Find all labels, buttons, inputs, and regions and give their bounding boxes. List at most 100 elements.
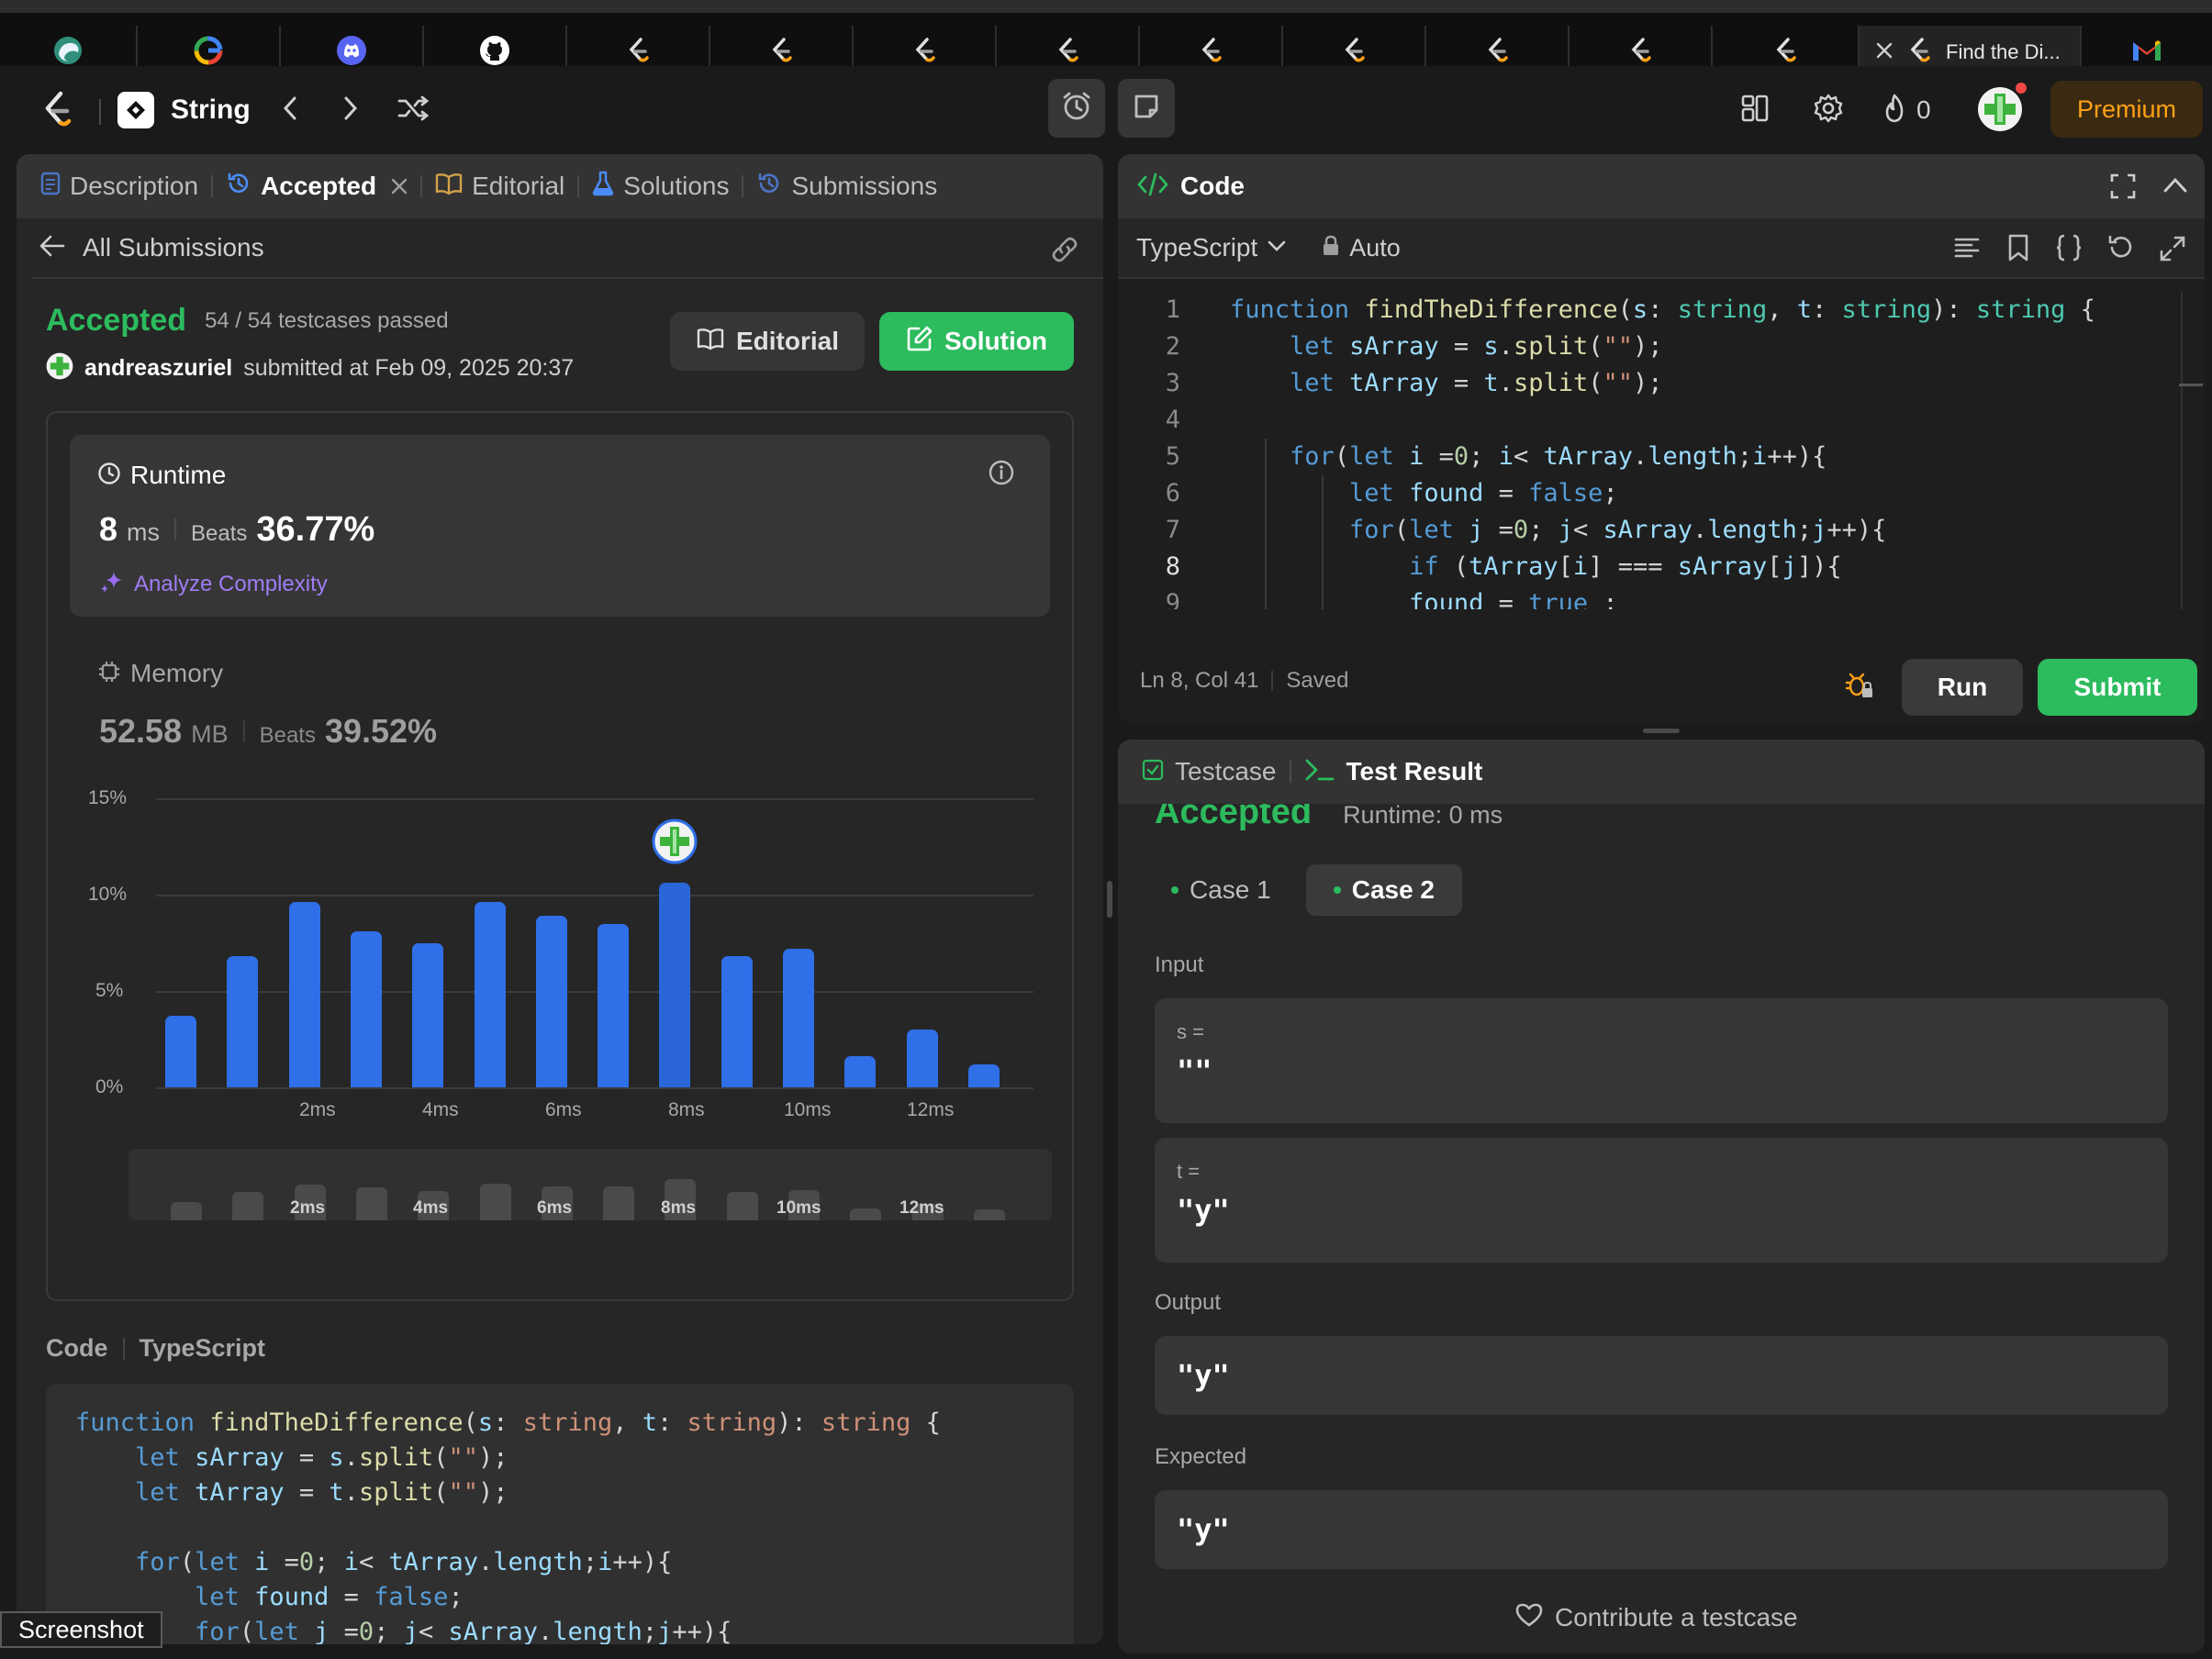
vertical-resize-handle[interactable] (1107, 881, 1112, 918)
close-icon[interactable] (391, 172, 408, 201)
premium-button[interactable]: Premium (2050, 81, 2203, 138)
chevron-right-icon (341, 95, 360, 127)
gridline (156, 895, 1033, 896)
pass-dot (1333, 886, 1341, 894)
tab-description[interactable]: Description (28, 172, 211, 202)
notes-button[interactable] (1118, 79, 1175, 138)
username[interactable]: andreaszuriel (84, 355, 232, 382)
memory-card[interactable]: Memory 52.58 MB Beats 39.52% (70, 633, 1050, 752)
code-line: let sArray = s.split(""); (135, 1443, 508, 1472)
collapse-icon[interactable] (2162, 174, 2188, 201)
streak-counter[interactable]: 0 (1882, 92, 1931, 128)
active-tab-title: Find the Di... (1946, 40, 2061, 63)
language-select[interactable]: TypeScript (1136, 233, 1287, 262)
random-problem-button[interactable] (393, 92, 433, 128)
chart-bar[interactable] (598, 923, 630, 1087)
info-icon[interactable] (988, 459, 1015, 491)
settings-button[interactable] (1808, 92, 1849, 128)
chart-bar[interactable] (844, 1056, 877, 1087)
leetcode-icon (1054, 37, 1081, 69)
chart-bar[interactable] (967, 1063, 1000, 1087)
runtime-unit: ms (127, 518, 161, 546)
minimap-x-tick: 8ms (661, 1198, 697, 1218)
case-2-label: Case 2 (1351, 875, 1436, 904)
code-editor[interactable]: 1 2 3 4 5 6 7 8 9 10 function findTheDif… (1118, 292, 2205, 609)
memory-unit: MB (191, 720, 229, 748)
horizontal-resize-handle[interactable] (1643, 729, 1680, 733)
tab-testcase[interactable]: Testcase (1142, 757, 1277, 786)
format-icon[interactable] (1953, 235, 1981, 265)
braces-icon[interactable] (2054, 233, 2084, 267)
leetcode-icon (1483, 37, 1511, 69)
avatar[interactable] (46, 352, 73, 384)
contribute-testcase-link[interactable]: Contribute a testcase (1514, 1602, 1798, 1632)
fullscreen-icon[interactable] (2109, 173, 2137, 205)
submit-button[interactable]: Submit (2038, 659, 2197, 716)
code-language: TypeScript (139, 1334, 266, 1362)
layout-button[interactable] (1735, 92, 1775, 128)
tab-accepted[interactable]: Accepted (213, 171, 420, 203)
all-submissions-link[interactable]: All Submissions (83, 233, 264, 262)
editor-scrollbar[interactable] (2181, 292, 2183, 609)
tab-test-result[interactable]: Test Result (1304, 757, 1482, 787)
chart-bar[interactable] (288, 902, 320, 1087)
chart-bar[interactable] (412, 942, 444, 1087)
run-button[interactable]: Run (1902, 659, 2023, 716)
editor-toolbar: TypeScript Auto (1118, 218, 2205, 279)
layout-grid-icon (1740, 94, 1770, 128)
book-icon (696, 327, 725, 357)
code-line: let tArray = t.split(""); (135, 1478, 508, 1507)
auto-mode-toggle[interactable]: Auto (1322, 234, 1401, 262)
edit-icon (906, 325, 933, 359)
case-1-tab[interactable]: Case 1 (1155, 864, 1288, 916)
chart-bar[interactable] (227, 956, 259, 1087)
chart-bar[interactable] (906, 1030, 938, 1087)
tab-editorial[interactable]: Editorial (422, 172, 577, 202)
case-2-tab[interactable]: Case 2 (1305, 864, 1463, 916)
close-tab-icon[interactable] (1876, 42, 1893, 63)
y-tick-label: 15% (88, 787, 128, 808)
runtime-card[interactable]: Runtime 8 ms Beats 36.77% Analyze Comple… (70, 435, 1050, 617)
chart-bar[interactable] (783, 948, 814, 1087)
pass-dot (1171, 886, 1179, 894)
runtime-value: 8 (99, 510, 118, 548)
chart-bar[interactable] (350, 930, 382, 1087)
book-icon (435, 172, 463, 202)
code-line: for(let i =0; i< tArray.length;i++){ (135, 1548, 673, 1576)
submission-status: Accepted 54 / 54 testcases passed (46, 303, 449, 339)
editorial-button[interactable]: Editorial (670, 312, 865, 371)
output-label: Output (1155, 1290, 1222, 1315)
gridline (156, 991, 1033, 993)
user-avatar[interactable] (1977, 83, 2027, 132)
problem-list-button[interactable]: String (117, 90, 251, 130)
leetcode-logo[interactable] (37, 88, 77, 132)
minimap-bar (850, 1208, 882, 1220)
submitted-code-block[interactable]: function findTheDifference(s: string, t:… (46, 1384, 1074, 1644)
minimap-bar (355, 1187, 387, 1220)
debug-icon[interactable] (1845, 671, 1874, 705)
chart-range-slider[interactable]: 2ms 4ms 6ms 8ms 10ms 12ms (128, 1149, 1052, 1220)
expand-icon[interactable] (2159, 235, 2186, 267)
next-problem-button[interactable] (334, 92, 367, 128)
tab-solutions[interactable]: Solutions (579, 171, 742, 203)
chart-bar[interactable] (659, 883, 691, 1087)
tab-submissions[interactable]: Submissions (743, 171, 950, 203)
submitted-at: submitted at Feb 09, 2025 20:37 (243, 355, 575, 381)
chart-bar[interactable] (165, 1016, 196, 1087)
history-icon (756, 171, 782, 203)
code-editor-panel: Code TypeScript Auto 1 2 3 4 5 6 7 8 9 1… (1118, 154, 2205, 723)
chart-bar[interactable] (535, 916, 567, 1087)
chart-bar[interactable] (474, 902, 506, 1087)
chart-bar[interactable] (721, 956, 753, 1087)
analyze-complexity-link[interactable]: Analyze Complexity (99, 569, 328, 599)
problem-list-title: String (171, 95, 251, 125)
y-tick-label: 5% (95, 980, 124, 1001)
solution-button[interactable]: Solution (879, 312, 1074, 371)
bookmark-icon[interactable] (2006, 233, 2030, 267)
arrow-left-icon[interactable] (39, 234, 66, 262)
code-line: for(let j =0; j< sArray.length;j++){ (195, 1618, 732, 1644)
link-icon[interactable] (1048, 235, 1081, 269)
prev-problem-button[interactable] (274, 92, 307, 128)
reset-icon[interactable] (2106, 233, 2135, 267)
timer-button[interactable] (1048, 79, 1105, 138)
